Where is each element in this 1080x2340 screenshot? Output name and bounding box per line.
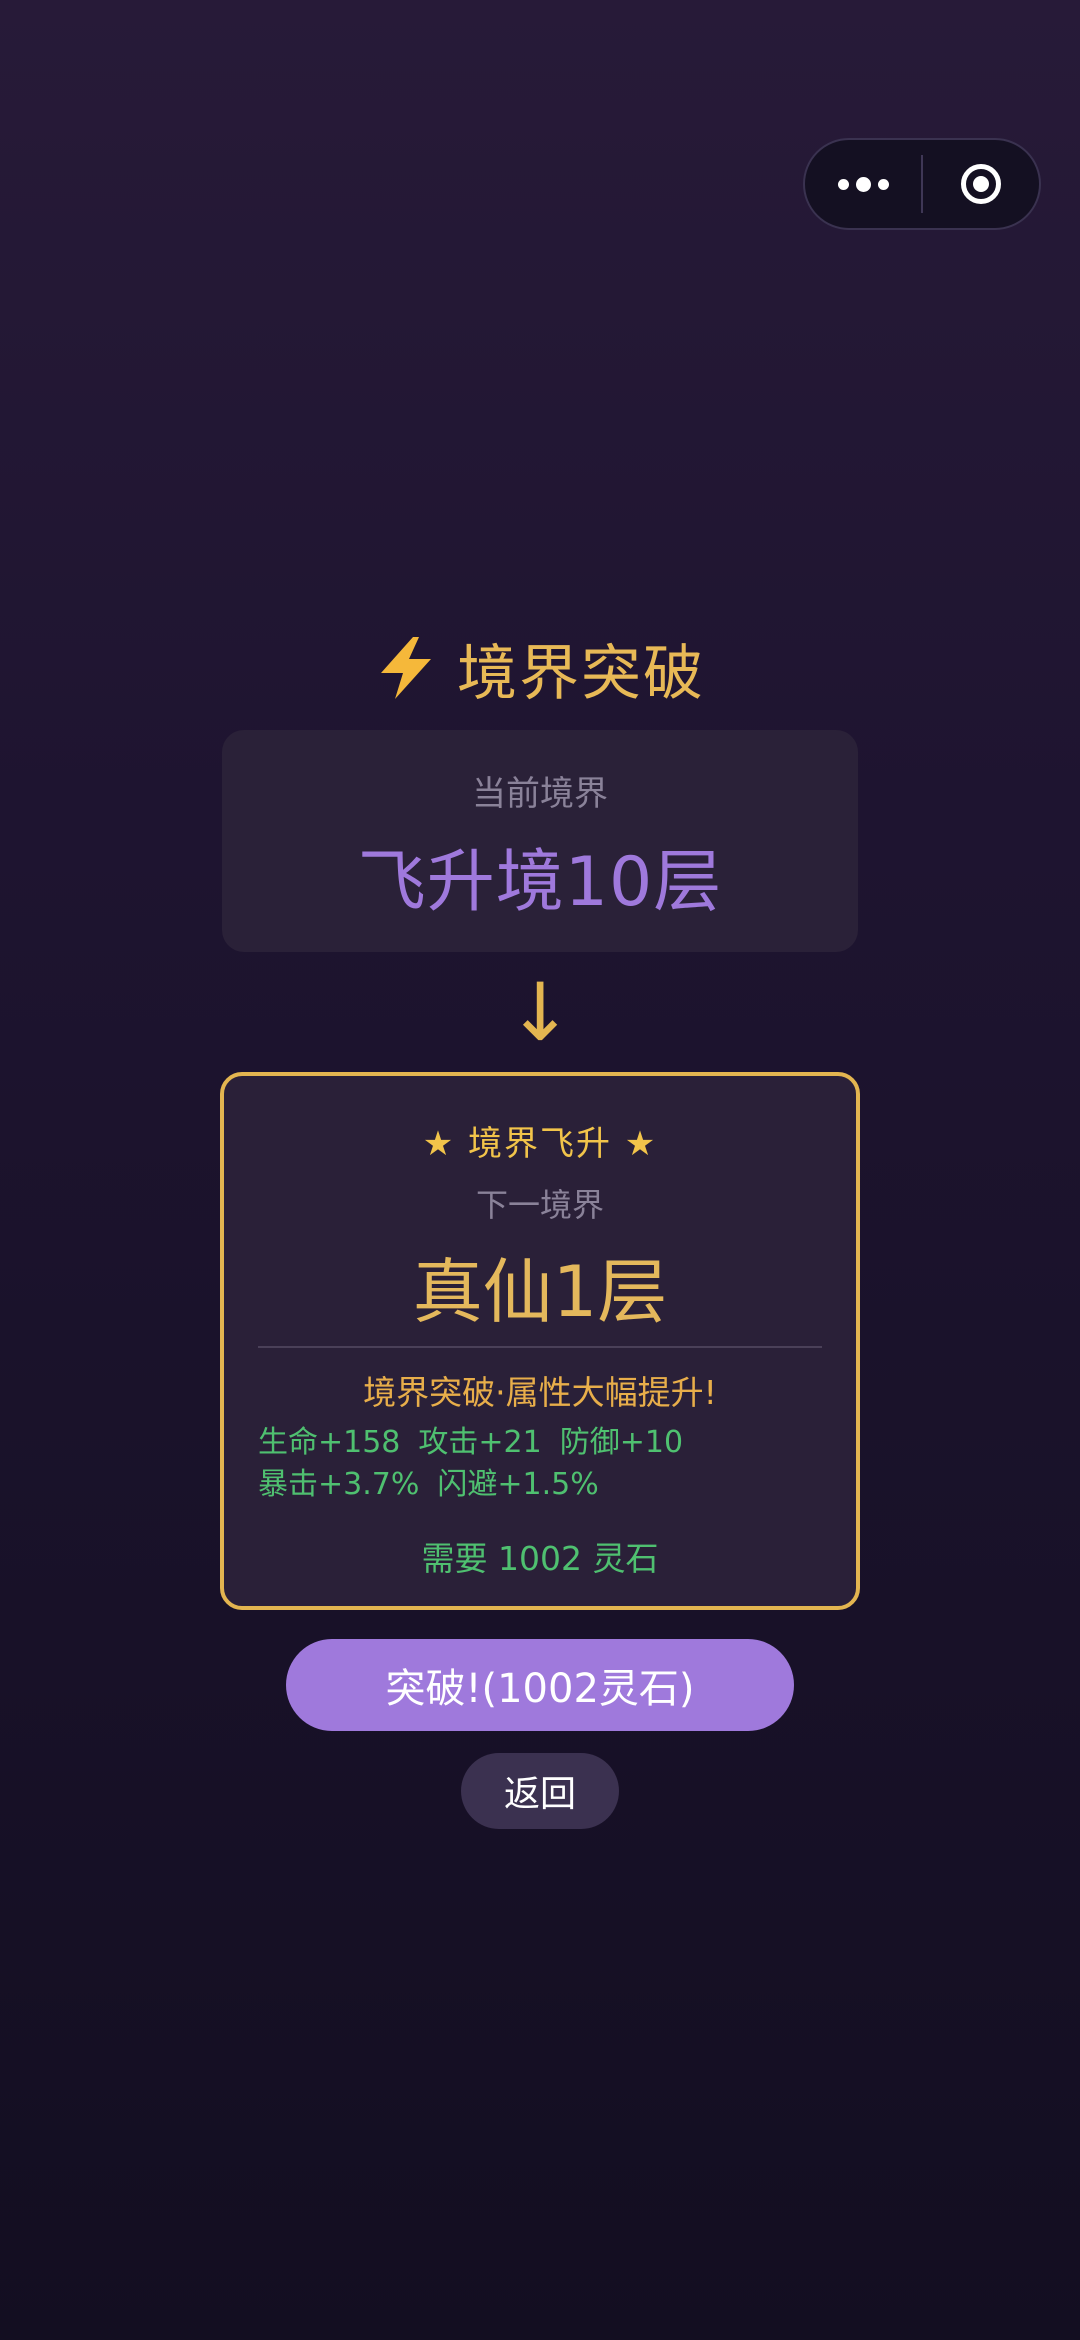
stat-bonus-defense: 防御+10	[559, 1425, 684, 1460]
stat-bonus-crit: 暴击+3.7%	[258, 1467, 420, 1502]
more-button[interactable]	[805, 140, 921, 228]
page-title-text: 境界突破	[457, 638, 705, 709]
current-realm-value: 飞升境10层	[357, 843, 723, 922]
target-circle-icon	[961, 164, 1001, 204]
cost-text: 需要 1002 灵石	[421, 1539, 659, 1578]
stat-bonus-hp: 生命+158	[258, 1425, 401, 1460]
next-realm-card: ★ 境界飞升 ★ 下一境界 真仙1层 境界突破·属性大幅提升! 生命+158 攻击…	[220, 1072, 860, 1610]
current-realm-card: 当前境界 飞升境10层	[222, 730, 858, 952]
next-realm-value: 真仙1层	[412, 1251, 668, 1333]
current-realm-label: 当前境界	[472, 774, 608, 814]
close-miniprogram-button[interactable]	[923, 140, 1039, 228]
back-button[interactable]: 返回	[461, 1753, 619, 1829]
boost-notice: 境界突破·属性大幅提升!	[363, 1373, 717, 1412]
page-title: 境界突破	[0, 628, 1080, 709]
down-arrow-icon: ↓	[506, 966, 574, 1059]
stat-bonus-list: 生命+158 攻击+21 防御+10 暴击+3.7% 闪避+1.5%	[258, 1422, 836, 1506]
realm-ascension-badge: ★ 境界飞升 ★	[422, 1124, 658, 1164]
lightning-bolt-icon	[381, 637, 431, 699]
breakthrough-button[interactable]: 突破!(1002灵石)	[286, 1639, 794, 1731]
mini-program-capsule	[803, 138, 1041, 230]
card-divider	[258, 1346, 822, 1348]
stat-bonus-dodge: 闪避+1.5%	[437, 1467, 599, 1502]
stat-bonus-attack: 攻击+21	[418, 1425, 542, 1460]
more-dots-icon	[837, 176, 889, 192]
next-realm-label: 下一境界	[475, 1186, 604, 1224]
